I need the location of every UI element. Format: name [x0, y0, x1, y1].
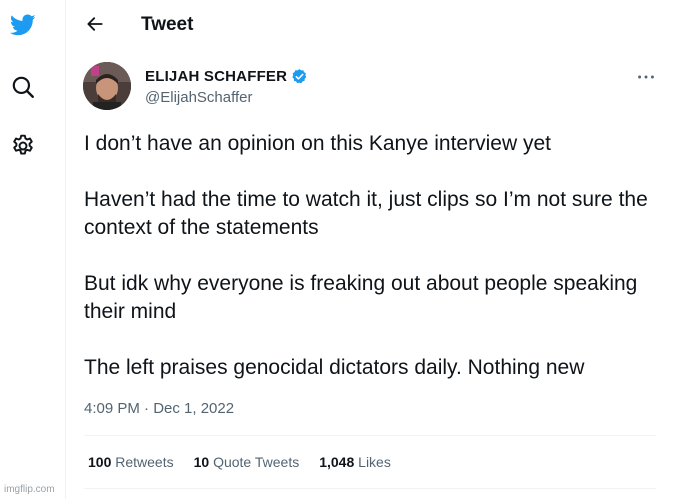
- more-horizontal-icon[interactable]: [635, 66, 657, 88]
- divider: [84, 435, 656, 436]
- verified-badge-icon: [291, 68, 308, 85]
- tweet-paragraph: The left praises genocidal dictators dai…: [84, 356, 585, 379]
- tweet-paragraph: Haven’t had the time to watch it, just c…: [84, 188, 648, 239]
- tweet-stats: 100 Retweets 10 Quote Tweets 1,048 Likes: [88, 454, 411, 470]
- author-name[interactable]: ELIJAH SCHAFFER: [145, 68, 287, 85]
- retweets-stat[interactable]: 100 Retweets: [88, 454, 174, 470]
- retweets-label: Retweets: [115, 454, 174, 470]
- divider: [84, 488, 656, 489]
- header: Tweet: [67, 0, 675, 50]
- twitter-bird-icon[interactable]: [10, 12, 36, 38]
- tweet-timestamp[interactable]: 4:09 PM · Dec 1, 2022: [84, 400, 234, 417]
- gear-icon[interactable]: [10, 133, 36, 159]
- tweet-detail-column: Tweet ELIJAH SCHAFFER @ElijahSchaffer I …: [67, 0, 675, 499]
- likes-stat[interactable]: 1,048 Likes: [319, 454, 391, 470]
- back-arrow-icon[interactable]: [85, 14, 105, 34]
- likes-count: 1,048: [319, 454, 355, 470]
- quote-tweets-stat[interactable]: 10 Quote Tweets: [194, 454, 300, 470]
- quote-tweets-label: Quote Tweets: [213, 454, 300, 470]
- search-icon[interactable]: [10, 74, 36, 100]
- author-handle[interactable]: @ElijahSchaffer: [145, 89, 253, 106]
- sidebar: imgflip.com: [0, 0, 66, 499]
- likes-label: Likes: [358, 454, 391, 470]
- tweet-text: I don’t have an opinion on this Kanye in…: [84, 130, 664, 382]
- tweet-paragraph: But idk why everyone is freaking out abo…: [84, 272, 638, 323]
- avatar[interactable]: [83, 62, 131, 110]
- watermark: imgflip.com: [4, 484, 55, 495]
- tweet-paragraph: I don’t have an opinion on this Kanye in…: [84, 132, 551, 155]
- retweets-count: 100: [88, 454, 112, 470]
- author-name-row: ELIJAH SCHAFFER: [145, 68, 308, 85]
- quote-tweets-count: 10: [193, 454, 210, 470]
- page-title: Tweet: [141, 14, 194, 35]
